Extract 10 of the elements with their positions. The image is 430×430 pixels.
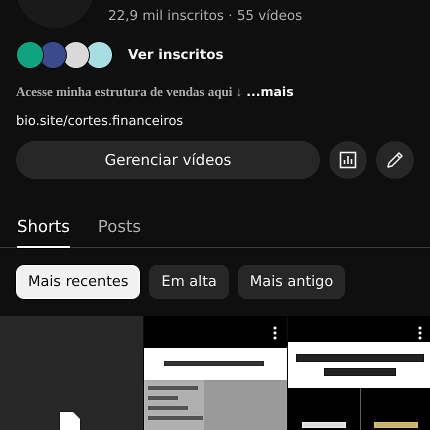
manage-videos-button[interactable]: Gerenciar vídeos	[16, 141, 320, 179]
tab[interactable]: Posts	[98, 217, 142, 248]
channel-description: Acesse minha estrutura de vendas aqui ↓ ...mais	[15, 84, 295, 100]
filter-chip[interactable]: Mais recentes	[16, 265, 140, 299]
filter-chip[interactable]: Em alta	[149, 265, 229, 299]
filter-chip[interactable]: Mais antigo	[238, 265, 346, 299]
channel-stats: 22,9 mil inscritos · 55 vídeos	[108, 8, 302, 26]
channel-link[interactable]: bio.site/cortes.financeiros	[16, 114, 184, 129]
tab[interactable]: Shorts	[17, 217, 70, 248]
view-subscribers-link[interactable]: Ver inscritos	[128, 47, 224, 63]
